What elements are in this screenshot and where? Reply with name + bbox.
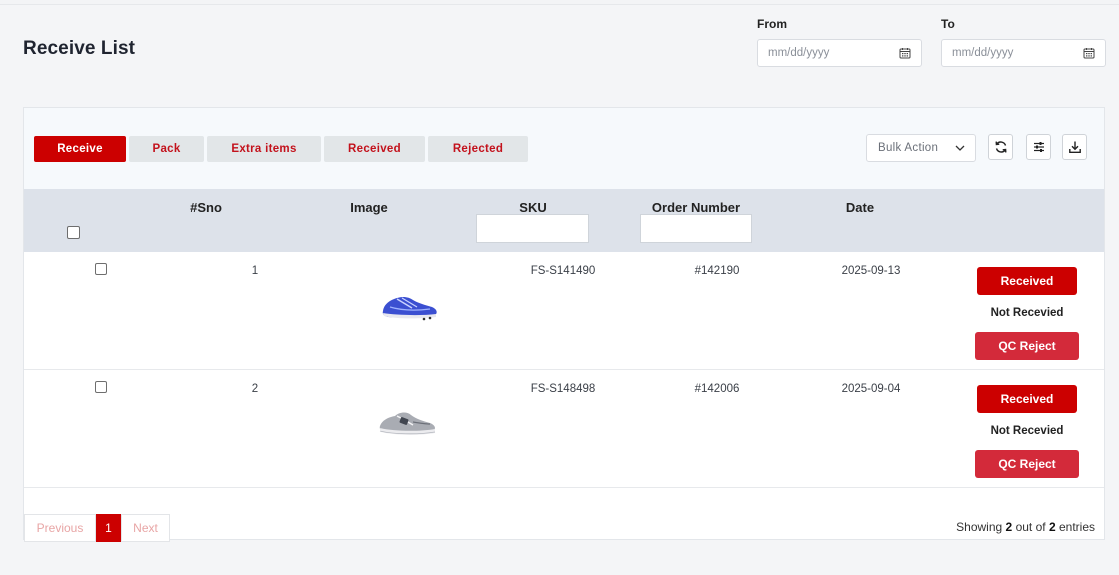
- product-image[interactable]: [377, 407, 439, 439]
- receive-list-card: Receive Pack Extra items Received Reject…: [23, 107, 1105, 542]
- column-header-order-number: Order Number: [651, 200, 741, 215]
- row-checkbox[interactable]: [95, 263, 107, 275]
- chevron-down-icon: [955, 145, 965, 151]
- download-icon: [1068, 141, 1081, 154]
- previous-page-button[interactable]: Previous: [24, 514, 96, 542]
- filter-sliders-icon: [1033, 142, 1044, 152]
- card-toolbar: Receive Pack Extra items Received Reject…: [24, 108, 1104, 189]
- entries-summary: Showing 2 out of 2 entries: [956, 520, 1095, 534]
- sno-cell: 1: [251, 265, 259, 277]
- row-checkbox[interactable]: [95, 381, 107, 393]
- table-row: 1 FS-S141490 #142190 2025-09-13 Received…: [24, 253, 1104, 370]
- date-cell: 2025-09-04: [841, 383, 901, 395]
- tab-receive[interactable]: Receive: [34, 136, 126, 162]
- order-number-cell: #142006: [694, 383, 740, 395]
- to-date-field[interactable]: [941, 39, 1106, 67]
- column-header-sno: #Sno: [190, 200, 222, 215]
- calendar-icon[interactable]: [1083, 47, 1095, 59]
- download-button[interactable]: [1062, 134, 1087, 160]
- sku-cell: FS-S141490: [530, 265, 596, 277]
- page-title: Receive List: [23, 38, 136, 59]
- refresh-button[interactable]: [988, 134, 1013, 160]
- tab-extra-items[interactable]: Extra items: [207, 136, 321, 162]
- qc-reject-button[interactable]: QC Reject: [975, 450, 1079, 478]
- tab-received[interactable]: Received: [324, 136, 425, 162]
- entries-text: entries: [1058, 520, 1095, 534]
- tab-rejected[interactable]: Rejected: [428, 136, 528, 162]
- page-1-button[interactable]: 1: [96, 514, 121, 542]
- table-row: 2 FS-S148498 #142006 2025-09-04 Received…: [24, 371, 1104, 488]
- total-count: 2: [1048, 520, 1056, 534]
- from-label: From: [757, 17, 787, 31]
- filter-button[interactable]: [1026, 134, 1051, 160]
- status-tabs: Receive Pack Extra items Received Reject…: [34, 136, 528, 162]
- order-number-cell: #142190: [694, 265, 740, 277]
- receive-status: Not Recevied: [990, 307, 1064, 319]
- sku-filter-input[interactable]: [476, 214, 589, 243]
- receive-status: Not Recevied: [990, 425, 1064, 437]
- bulk-action-label: Bulk Action: [878, 142, 939, 154]
- column-header-sku: SKU: [519, 200, 547, 215]
- pagination: Previous 1 Next: [24, 514, 170, 542]
- received-button[interactable]: Received: [977, 267, 1077, 295]
- product-image[interactable]: [380, 291, 440, 323]
- out-of-text: out of: [1015, 520, 1046, 534]
- qc-reject-button[interactable]: QC Reject: [975, 332, 1079, 360]
- showing-prefix: Showing: [956, 520, 1003, 534]
- to-date-input[interactable]: [942, 40, 1105, 66]
- sno-cell: 2: [251, 383, 259, 395]
- next-page-button[interactable]: Next: [121, 514, 170, 542]
- sku-cell: FS-S148498: [530, 383, 596, 395]
- from-date-field[interactable]: [757, 39, 922, 67]
- tab-pack[interactable]: Pack: [129, 136, 204, 162]
- to-date-group: To: [941, 17, 1106, 67]
- order-number-filter-input[interactable]: [640, 214, 752, 243]
- column-header-image: Image: [350, 200, 388, 215]
- date-cell: 2025-09-13: [841, 265, 901, 277]
- shown-count: 2: [1005, 520, 1013, 534]
- to-label: To: [941, 17, 955, 31]
- from-date-input[interactable]: [758, 40, 921, 66]
- refresh-icon: [995, 141, 1006, 153]
- bulk-action-select[interactable]: Bulk Action: [866, 134, 976, 162]
- column-header-date: Date: [845, 200, 875, 215]
- received-button[interactable]: Received: [977, 385, 1077, 413]
- page: Receive List From To: [0, 4, 1119, 575]
- from-date-group: From: [757, 17, 922, 67]
- select-all-checkbox[interactable]: [67, 226, 80, 239]
- calendar-icon[interactable]: [899, 47, 911, 59]
